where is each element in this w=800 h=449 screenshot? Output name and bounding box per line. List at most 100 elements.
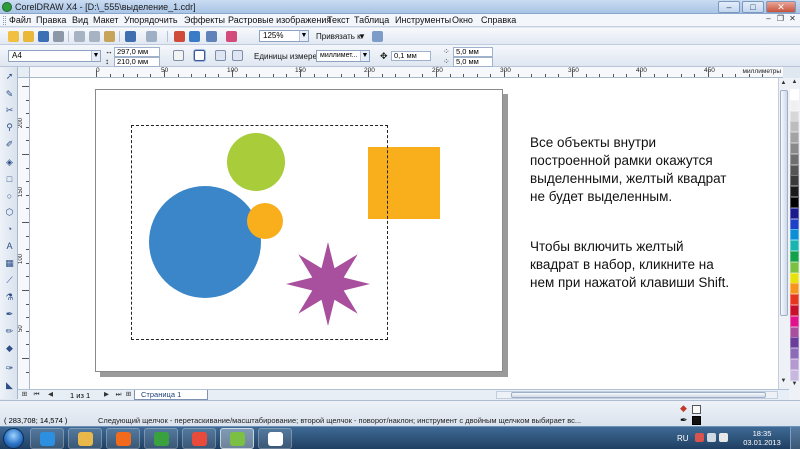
- open-folder-icon[interactable]: [23, 31, 34, 42]
- palette-scroll-down-icon[interactable]: ▼: [790, 380, 799, 389]
- horizontal-scrollbar[interactable]: [496, 391, 778, 399]
- welcome-screen-icon[interactable]: [226, 31, 237, 42]
- page-height-field[interactable]: 210,0 мм: [114, 57, 160, 67]
- tray-notification-icon[interactable]: [695, 433, 704, 442]
- fill-color-indicator[interactable]: [692, 405, 701, 414]
- horizontal-scroll-thumb[interactable]: [511, 392, 766, 398]
- all-pages-icon[interactable]: [215, 50, 226, 61]
- paste-icon[interactable]: [104, 31, 115, 42]
- zoom-tool-icon[interactable]: ⚲: [4, 122, 15, 133]
- menu-help[interactable]: Справка: [481, 15, 516, 25]
- landscape-orientation-icon[interactable]: [194, 50, 205, 61]
- taskbar-explorer-button[interactable]: [68, 428, 102, 449]
- next-page-button[interactable]: ▶: [102, 391, 111, 399]
- previous-page-button[interactable]: ◀: [46, 391, 55, 399]
- palette-swatch[interactable]: [790, 348, 799, 360]
- ruler-origin[interactable]: [18, 67, 30, 78]
- palette-swatch[interactable]: [790, 240, 799, 252]
- tray-volume-icon[interactable]: [719, 433, 728, 442]
- pick-tool-icon[interactable]: ➚: [4, 71, 15, 82]
- taskbar-media-button[interactable]: [106, 428, 140, 449]
- taskbar-ie-button[interactable]: [30, 428, 64, 449]
- portrait-orientation-icon[interactable]: [173, 50, 184, 61]
- palette-swatch[interactable]: [790, 337, 799, 349]
- text-tool-icon[interactable]: A: [4, 241, 15, 252]
- dimension-tool-icon[interactable]: ⟋: [4, 275, 15, 286]
- current-page-icon[interactable]: [232, 50, 243, 61]
- nudge-distance-field[interactable]: 0,1 мм: [391, 51, 431, 61]
- menu-arrange[interactable]: Упорядочить: [124, 15, 178, 25]
- copy-icon[interactable]: [89, 31, 100, 42]
- palette-swatch[interactable]: [790, 294, 799, 306]
- taskbar-coreldraw-button[interactable]: [220, 428, 254, 449]
- rectangle-tool-icon[interactable]: □: [4, 174, 15, 185]
- options-icon[interactable]: [372, 31, 383, 42]
- palette-swatch[interactable]: [790, 175, 799, 187]
- palette-swatch[interactable]: [790, 121, 799, 133]
- scroll-up-icon[interactable]: ▲: [779, 79, 788, 88]
- doc-restore-button[interactable]: ❐: [776, 15, 785, 24]
- menu-file[interactable]: Файл: [9, 15, 31, 25]
- export-icon[interactable]: [189, 31, 200, 42]
- scroll-down-icon[interactable]: ▼: [779, 377, 788, 386]
- palette-swatch[interactable]: [790, 132, 799, 144]
- duplicate-x-field[interactable]: 5,0 мм: [453, 47, 493, 57]
- chevron-down-icon[interactable]: ▼: [360, 51, 369, 61]
- horizontal-ruler[interactable]: 0 50 100 150 200 250 300 350 400 450 мил…: [30, 67, 783, 78]
- palette-swatch[interactable]: [790, 110, 799, 122]
- basic-shapes-tool-icon[interactable]: ◔: [4, 224, 15, 235]
- palette-swatch[interactable]: [790, 186, 799, 198]
- maximize-button[interactable]: □: [742, 1, 764, 13]
- vertical-scrollbar[interactable]: ▲ ▼: [778, 78, 789, 389]
- save-icon[interactable]: [38, 31, 49, 42]
- polygon-tool-icon[interactable]: ⬡: [4, 207, 15, 218]
- smart-fill-tool-icon[interactable]: ◈: [4, 157, 15, 168]
- interactive-blend-tool-icon[interactable]: ⚗: [4, 292, 15, 303]
- outline-tool-icon[interactable]: ✏: [4, 326, 15, 337]
- menu-window[interactable]: Окно: [452, 15, 473, 25]
- chevron-down-icon[interactable]: ▼: [91, 51, 100, 61]
- palette-swatch[interactable]: [790, 272, 799, 284]
- vertical-scroll-thumb[interactable]: [780, 90, 788, 316]
- palette-swatch[interactable]: [790, 99, 799, 111]
- palette-swatch[interactable]: [790, 153, 799, 165]
- palette-swatch[interactable]: [790, 143, 799, 154]
- vertical-ruler[interactable]: 200 150 100 50: [18, 78, 30, 389]
- palette-swatch[interactable]: [790, 283, 799, 295]
- language-indicator[interactable]: RU: [677, 434, 689, 443]
- palette-swatch[interactable]: [790, 251, 799, 262]
- page-width-field[interactable]: 297,0 мм: [114, 47, 160, 57]
- redo-icon[interactable]: [146, 31, 157, 42]
- shape-tool-icon[interactable]: ✎: [4, 89, 15, 100]
- menu-effects[interactable]: Эффекты: [184, 15, 225, 25]
- menu-edit[interactable]: Правка: [36, 15, 66, 25]
- palette-swatch[interactable]: [790, 218, 799, 230]
- menu-tools[interactable]: Инструменты: [395, 15, 451, 25]
- smart-drawing-tool-icon[interactable]: ◣: [4, 380, 15, 391]
- palette-swatch[interactable]: [790, 207, 799, 219]
- ellipse-tool-icon[interactable]: ○: [4, 191, 15, 202]
- crop-tool-icon[interactable]: ✂: [4, 105, 15, 116]
- add-page-button[interactable]: ⊞: [124, 391, 133, 399]
- close-button[interactable]: ✕: [766, 1, 796, 13]
- zoom-level-combo[interactable]: 125% ▼: [259, 30, 309, 42]
- palette-swatch[interactable]: [790, 164, 799, 176]
- palette-swatch[interactable]: [790, 315, 799, 327]
- undo-icon[interactable]: [125, 31, 136, 42]
- cut-icon[interactable]: [74, 31, 85, 42]
- palette-swatch[interactable]: [790, 261, 799, 273]
- menu-table[interactable]: Таблица: [354, 15, 389, 25]
- show-desktop-button[interactable]: [790, 427, 800, 449]
- taskbar-app-button[interactable]: [258, 428, 292, 449]
- palette-swatch[interactable]: [790, 197, 799, 208]
- outline-color-indicator[interactable]: [692, 416, 701, 425]
- menu-text[interactable]: Текст: [327, 15, 350, 25]
- palette-scroll-up-icon[interactable]: ▲: [790, 78, 799, 87]
- eyedropper-tool-icon[interactable]: ✒: [4, 309, 15, 320]
- taskbar-program-button[interactable]: [144, 428, 178, 449]
- palette-swatch[interactable]: [790, 359, 799, 370]
- tray-network-icon[interactable]: [707, 433, 716, 442]
- doc-close-button[interactable]: ✕: [788, 15, 797, 24]
- import-icon[interactable]: [174, 31, 185, 42]
- snap-chevron-icon[interactable]: ▼: [358, 32, 366, 41]
